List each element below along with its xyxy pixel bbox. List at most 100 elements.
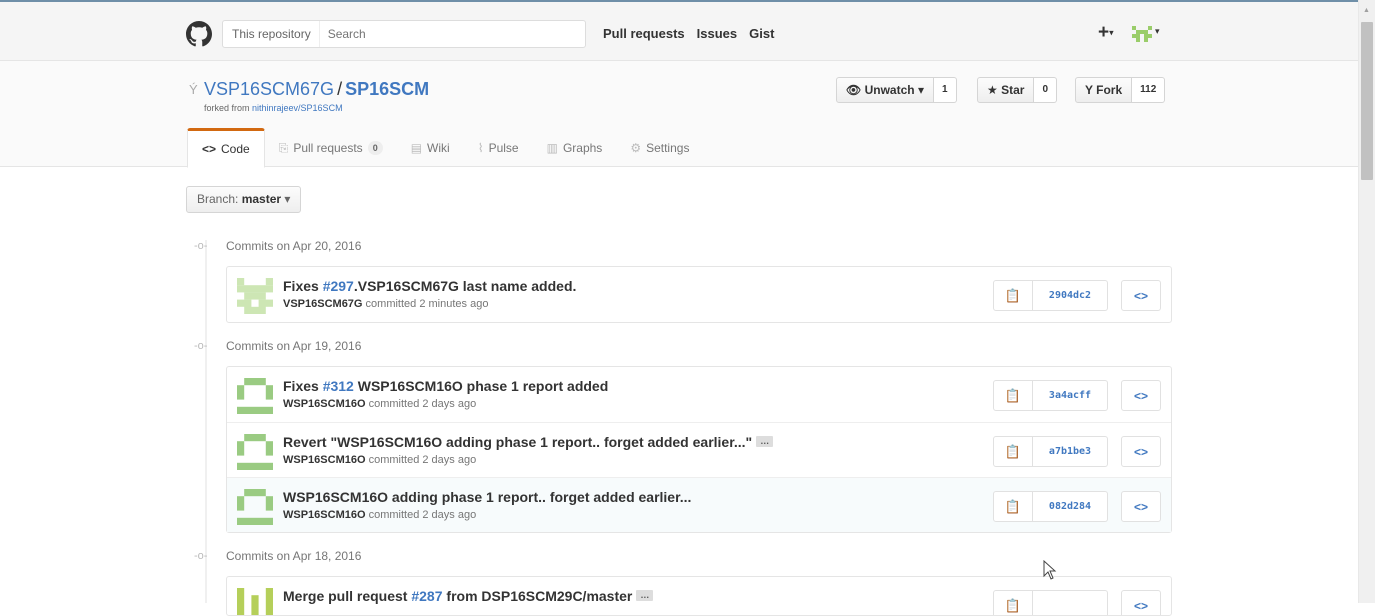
commit-list: Fixes #297.VSP16SCM67G last name added. …: [226, 266, 1172, 323]
commit-row: Fixes #297.VSP16SCM67G last name added. …: [227, 267, 1171, 322]
copy-sha-button[interactable]: 📋: [993, 380, 1033, 411]
copy-sha-button[interactable]: 📋: [993, 436, 1033, 467]
commit-row: Fixes #312 WSP16SCM16O phase 1 report ad…: [227, 367, 1171, 422]
stargazers-count[interactable]: 0: [1034, 77, 1058, 103]
tab-pulse-label: Pulse: [488, 141, 519, 155]
commit-message-text: WSP16SCM16O phase 1 report added: [353, 378, 609, 394]
github-logo-icon[interactable]: [186, 21, 212, 47]
caret-down-icon: ▾: [917, 83, 924, 97]
commit-message[interactable]: Revert "WSP16SCM16O adding phase 1 repor…: [283, 434, 774, 450]
commit-sha-link[interactable]: 082d284: [1033, 491, 1108, 522]
commit-node-icon: -o-: [194, 340, 208, 352]
commit-author-avatar[interactable]: [237, 434, 273, 470]
commit-author-avatar[interactable]: [237, 588, 273, 616]
commit-message[interactable]: Fixes #297.VSP16SCM67G last name added.: [283, 278, 576, 294]
commit-message-text: from DSP16SCM29C/master: [442, 588, 633, 604]
repo-owner-link[interactable]: VSP16SCM67G: [204, 79, 334, 99]
commit-sha-link[interactable]: [1033, 590, 1108, 615]
commit-author-link[interactable]: WSP16SCM16O: [283, 454, 366, 466]
commit-list: Fixes #312 WSP16SCM16O phase 1 report ad…: [226, 366, 1172, 533]
tab-code[interactable]: <> Code: [187, 128, 265, 168]
commit-message[interactable]: Merge pull request #287 from DSP16SCM29C…: [283, 588, 654, 604]
commit-message-text: Revert "WSP16SCM16O adding phase 1 repor…: [283, 434, 753, 450]
issue-link[interactable]: #312: [323, 378, 354, 394]
fork-button[interactable]: Y Fork: [1075, 77, 1133, 103]
pull-request-link[interactable]: #287: [411, 588, 442, 604]
commit-actions: 📋 <>: [993, 590, 1161, 615]
header-nav: Pull requests Issues Gist: [603, 26, 774, 41]
commit-author-link[interactable]: WSP16SCM16O: [283, 509, 366, 521]
search-scope-label: This repository: [223, 21, 320, 47]
browse-repo-button[interactable]: <>: [1121, 436, 1161, 467]
tab-graphs[interactable]: ▥ Graphs: [533, 128, 617, 168]
commit-author-link[interactable]: WSP16SCM16O: [283, 398, 366, 410]
commit-meta: VSP16SCM67G committed 2 minutes ago: [283, 298, 488, 310]
gear-icon: ⚙: [630, 141, 642, 155]
commit-message-text: Fixes: [283, 278, 323, 294]
pulse-icon: ⌇: [477, 141, 484, 155]
expand-message-button[interactable]: …: [756, 436, 774, 447]
copy-sha-button[interactable]: 📋: [993, 280, 1033, 311]
browse-repo-button[interactable]: <>: [1121, 590, 1161, 615]
browse-repo-button[interactable]: <>: [1121, 380, 1161, 411]
copy-sha-button[interactable]: 📋: [993, 590, 1033, 615]
commit-group-date: -o- Commits on Apr 19, 2016: [194, 339, 361, 353]
mouse-cursor-icon: [1043, 560, 1057, 580]
commit-node-icon: -o-: [194, 240, 208, 252]
scrollbar-thumb[interactable]: [1361, 22, 1373, 180]
watchers-count[interactable]: 1: [933, 77, 957, 103]
commit-author-avatar[interactable]: [237, 489, 273, 525]
tab-settings[interactable]: ⚙ Settings: [616, 128, 703, 168]
page-scrollbar[interactable]: ▲: [1358, 0, 1375, 603]
expand-message-button[interactable]: …: [636, 590, 654, 601]
branch-select-button[interactable]: Branch: master ▾: [186, 186, 302, 213]
commit-sha-link[interactable]: 3a4acff: [1033, 380, 1108, 411]
forks-count[interactable]: 112: [1132, 77, 1166, 103]
create-new-button[interactable]: +▾: [1098, 22, 1114, 44]
code-icon: <>: [1133, 388, 1148, 403]
tab-pulse[interactable]: ⌇ Pulse: [464, 128, 533, 168]
branch-prefix: Branch:: [197, 192, 239, 206]
code-icon: <>: [1133, 444, 1148, 459]
repo-nav: <> Code ⎘ Pull requests 0 ▤ Wiki ⌇ Pulse ▥ Gra…: [187, 128, 703, 168]
commit-author-link[interactable]: VSP16SCM67G: [283, 298, 362, 310]
repo-name-link[interactable]: SP16SCM: [345, 79, 429, 99]
unwatch-button[interactable]: 👁 Unwatch ▾: [836, 77, 934, 103]
repo-title-separator: /: [337, 79, 343, 99]
commit-message[interactable]: Fixes #312 WSP16SCM16O phase 1 report ad…: [283, 378, 608, 394]
browse-repo-button[interactable]: <>: [1121, 491, 1161, 522]
commit-group-date: -o- Commits on Apr 20, 2016: [194, 239, 361, 253]
header-nav-pull-requests[interactable]: Pull requests: [603, 26, 685, 41]
commit-sha-link[interactable]: a7b1be3: [1033, 436, 1108, 467]
search-input[interactable]: [319, 27, 570, 41]
tab-pull-requests[interactable]: ⎘ Pull requests 0: [265, 128, 397, 168]
copy-sha-button[interactable]: 📋: [993, 491, 1033, 522]
commit-sha-link[interactable]: 2904dc2: [1033, 280, 1108, 311]
caret-down-icon: ▾: [284, 192, 291, 206]
commit-meta: WSP16SCM16O committed 2 days ago: [283, 509, 476, 521]
commit-message[interactable]: WSP16SCM16O adding phase 1 report.. forg…: [283, 489, 691, 505]
tab-graphs-label: Graphs: [562, 141, 603, 155]
sha-group: 📋 082d284: [993, 491, 1108, 522]
commit-list: Merge pull request #287 from DSP16SCM29C…: [226, 576, 1172, 616]
user-menu-caret-icon[interactable]: ▾: [1155, 26, 1160, 37]
forked-source-link[interactable]: nithinrajeev/SP16SCM: [252, 103, 343, 113]
commit-row: Merge pull request #287 from DSP16SCM29C…: [227, 577, 1171, 616]
header-nav-issues[interactable]: Issues: [697, 26, 737, 41]
fork-action: Y Fork 112: [1075, 77, 1166, 103]
book-icon: ▤: [410, 141, 423, 155]
commit-author-avatar[interactable]: [237, 278, 273, 314]
user-avatar[interactable]: [1132, 26, 1152, 42]
commit-author-avatar[interactable]: [237, 378, 273, 414]
browse-repo-button[interactable]: <>: [1121, 280, 1161, 311]
commit-time: committed 2 days ago: [365, 398, 477, 410]
commit-message-text: .VSP16SCM67G last name added.: [353, 278, 577, 294]
commit-time: committed 2 days ago: [365, 454, 477, 466]
star-button[interactable]: ★ Star: [977, 77, 1035, 103]
issue-link[interactable]: #297: [323, 278, 354, 294]
header-nav-gist[interactable]: Gist: [749, 26, 774, 41]
tab-wiki[interactable]: ▤ Wiki: [397, 128, 464, 168]
scroll-up-arrow-icon[interactable]: ▲: [1363, 7, 1370, 14]
repo-title: VSP16SCM67G / SP16SCM: [204, 79, 429, 100]
graph-icon: ▥: [546, 141, 558, 155]
